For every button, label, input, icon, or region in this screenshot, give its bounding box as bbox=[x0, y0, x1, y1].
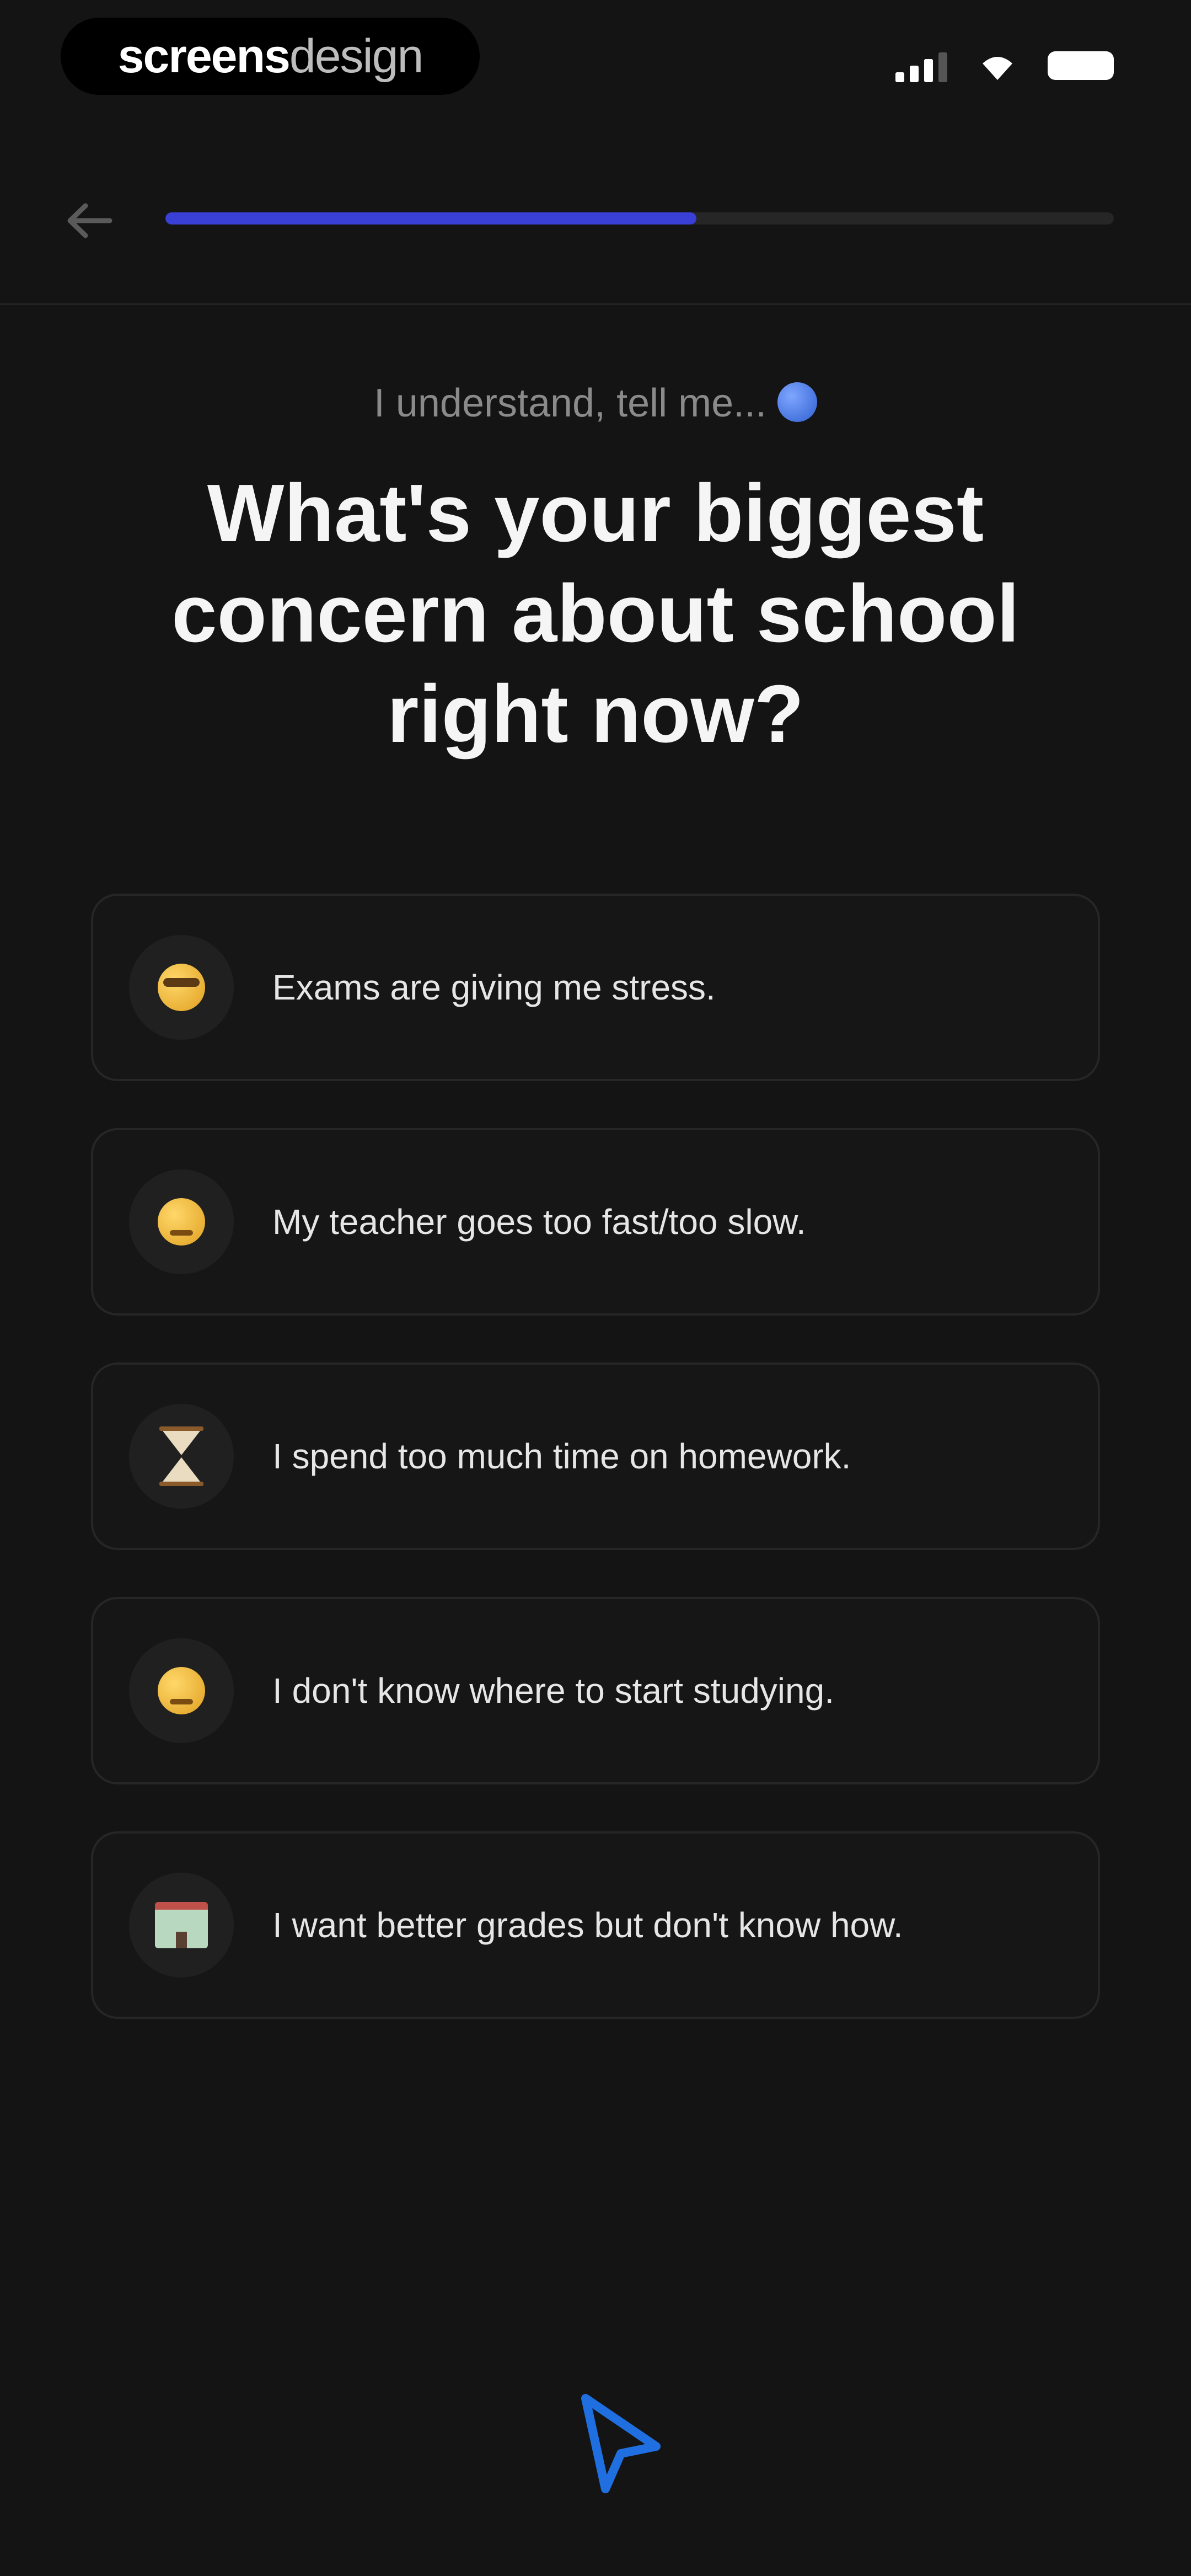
arrow-left-icon bbox=[67, 203, 112, 238]
anxious-face-icon bbox=[129, 935, 234, 1040]
kicker-text: I understand, tell me... bbox=[373, 381, 767, 425]
globe-icon bbox=[777, 382, 818, 422]
progress-bar bbox=[165, 212, 1114, 225]
question-title: What's your biggest concern about school… bbox=[171, 468, 1020, 760]
hourglass-icon bbox=[129, 1404, 234, 1509]
options-list: Exams are giving me stress. My teacher g… bbox=[91, 894, 1100, 2066]
back-button[interactable] bbox=[55, 188, 121, 254]
option-better-grades[interactable]: I want better grades but don't know how. bbox=[91, 1831, 1100, 2019]
option-label: I want better grades but don't know how. bbox=[272, 1905, 903, 1945]
option-homework-time[interactable]: I spend too much time on homework. bbox=[91, 1362, 1100, 1550]
brand-light-text: design bbox=[289, 29, 423, 83]
option-exams-stress[interactable]: Exams are giving me stress. bbox=[91, 894, 1100, 1081]
status-bar: screens design bbox=[0, 0, 1191, 127]
confused-face-icon bbox=[129, 1638, 234, 1743]
school-icon bbox=[129, 1873, 234, 1978]
brand-watermark: screens design bbox=[61, 18, 480, 95]
signal-icon bbox=[895, 49, 947, 82]
question-kicker: I understand, tell me... bbox=[0, 381, 1191, 426]
grimacing-face-icon bbox=[129, 1169, 234, 1274]
option-teacher-pace[interactable]: My teacher goes too fast/too slow. bbox=[91, 1128, 1100, 1316]
wifi-icon bbox=[983, 57, 1012, 80]
progress-fill bbox=[165, 212, 697, 225]
option-where-to-start[interactable]: I don't know where to start studying. bbox=[91, 1597, 1100, 1784]
brand-bold-text: screens bbox=[117, 29, 291, 83]
status-icons bbox=[895, 46, 1114, 85]
option-label: My teacher goes too fast/too slow. bbox=[272, 1202, 806, 1242]
option-label: I don't know where to start studying. bbox=[272, 1671, 834, 1711]
option-label: Exams are giving me stress. bbox=[272, 968, 716, 1007]
onboarding-header bbox=[0, 165, 1191, 305]
option-label: I spend too much time on homework. bbox=[272, 1436, 851, 1476]
cursor-arrow-icon bbox=[581, 2394, 661, 2493]
battery-icon bbox=[1048, 51, 1114, 80]
